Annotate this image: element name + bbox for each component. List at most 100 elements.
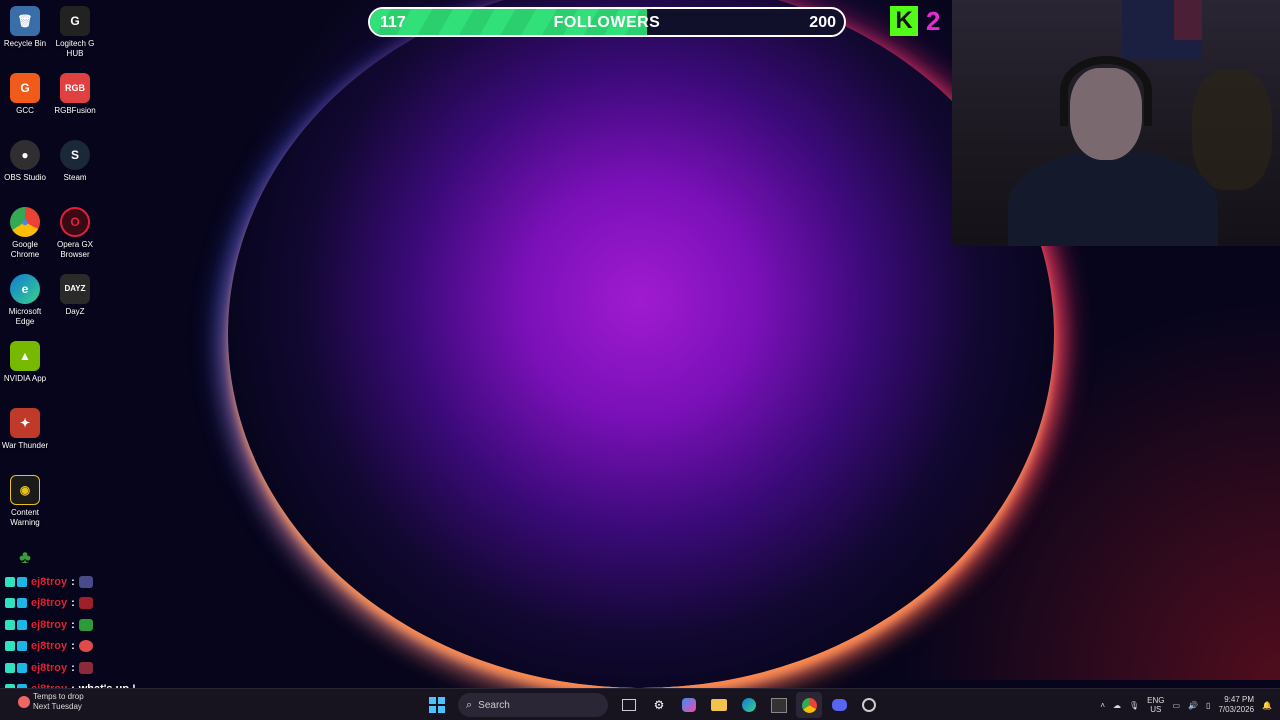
background-plant	[1192, 70, 1272, 190]
desktop-icon-obs[interactable]: ● OBS Studio	[0, 134, 50, 183]
volume-icon[interactable]: 🔊	[1188, 701, 1198, 710]
chat-badge-icon	[5, 641, 15, 652]
copilot-icon	[682, 698, 696, 712]
headset-icon	[1060, 56, 1152, 126]
start-button[interactable]	[424, 692, 450, 718]
desktop-icon-recycle-bin[interactable]: 🗑 Recycle Bin	[0, 0, 50, 49]
desktop-icon-nvidia[interactable]: ▲ NVIDIA App	[0, 335, 50, 384]
kick-count: 2	[926, 5, 941, 36]
desktop-icon-edge[interactable]: e Microsoft Edge	[0, 268, 50, 327]
chat-emote-icon	[78, 640, 93, 653]
desktop-icon-label: OBS Studio	[4, 173, 46, 182]
wallpaper-glow	[900, 300, 1280, 680]
war-thunder-icon: ✦	[10, 408, 40, 438]
weather-widget[interactable]: Temps to drop Next Tuesday	[18, 692, 84, 712]
chat-badge-icon	[5, 619, 15, 630]
chat-badge-icon	[5, 576, 15, 587]
nvidia-icon: ▲	[10, 341, 40, 371]
task-view-button[interactable]	[616, 692, 642, 718]
chat-separator: :	[71, 575, 75, 588]
gcc-icon: G	[10, 73, 40, 103]
desktop-icon-label: Content Warning	[10, 508, 40, 527]
desktop-icon-content-warning[interactable]: ◉ Content Warning	[0, 469, 50, 528]
onedrive-icon[interactable]: ☁	[1113, 701, 1121, 710]
microphone-icon[interactable]: 🎙	[1129, 701, 1139, 710]
desktop-icon-dayz[interactable]: DAYZ DayZ	[50, 268, 100, 317]
chat-emote-icon	[78, 661, 93, 674]
followers-label: FOLLOWERS	[553, 14, 661, 31]
lang-region: US	[1150, 705, 1162, 714]
followers-goal-bar: 117 FOLLOWERS 200	[368, 7, 846, 37]
steam-icon: S	[60, 140, 90, 170]
language-indicator[interactable]: ENG US	[1147, 696, 1164, 714]
battery-icon[interactable]: ▯	[1206, 701, 1210, 710]
person-shirt	[1008, 150, 1218, 246]
stream-chat: ej8troy : ej8troy : ej8troy : ej8troy : …	[5, 571, 185, 700]
taskbar-store[interactable]	[766, 692, 792, 718]
tree-icon: ♣	[19, 547, 31, 567]
chrome-icon: ●	[10, 207, 40, 237]
desktop-icon-chrome[interactable]: ● Google Chrome	[0, 201, 50, 260]
chat-separator: :	[71, 640, 75, 653]
logitech-icon: G	[60, 6, 90, 36]
clock[interactable]: 9:47 PM 7/03/2026	[1218, 695, 1254, 715]
taskbar-obs[interactable]	[856, 692, 882, 718]
background-flag	[1122, 0, 1202, 60]
desktop-icon-label: Opera GX Browser	[56, 240, 93, 259]
chat-badge-icon	[17, 576, 27, 587]
chat-badge-icon	[5, 662, 15, 673]
kick-viewer-count: K 2	[890, 6, 940, 36]
chat-message: ej8troy :	[5, 614, 185, 636]
lang-code: ENG	[1147, 696, 1165, 705]
taskbar-settings[interactable]: ⚙	[646, 692, 672, 718]
desktop-icon-gcc[interactable]: G GCC	[0, 67, 50, 116]
search-icon: ⌕	[466, 698, 473, 711]
edge-icon	[742, 698, 756, 712]
webcam-feed	[952, 0, 1280, 246]
folder-icon	[711, 699, 727, 711]
taskbar-edge[interactable]	[736, 692, 762, 718]
chat-badge-icon	[17, 662, 27, 673]
desktop-icon-logitech[interactable]: G Logitech G HUB	[50, 0, 100, 59]
chat-badge-icon	[17, 619, 27, 630]
chat-emote-icon	[78, 575, 93, 588]
desktop-icon-label: Steam	[63, 173, 87, 182]
chat-message: ej8troy :	[5, 593, 185, 615]
clock-date: 7/03/2026	[1218, 705, 1255, 714]
obs-icon	[862, 698, 876, 712]
windows-icon	[429, 697, 445, 713]
chat-separator: :	[71, 618, 75, 631]
desktop-icon-war-thunder[interactable]: ✦ War Thunder	[0, 402, 50, 451]
dayz-icon: DAYZ	[60, 274, 90, 304]
chat-badge-icon	[5, 598, 15, 609]
desktop-icon-tree[interactable]: ♣	[0, 536, 50, 575]
followers-goal: 200	[809, 14, 836, 31]
desktop-icon-label: NVIDIA App	[3, 374, 47, 383]
chat-message: ej8troy :	[5, 657, 185, 679]
network-icon[interactable]: ▭	[1173, 701, 1181, 710]
chevron-up-icon[interactable]: ˄	[1100, 701, 1105, 710]
chat-username: ej8troy	[31, 618, 68, 631]
desktop-icon-label: Logitech G HUB	[55, 39, 95, 58]
clock-time: 9:47 PM	[1224, 695, 1255, 704]
desktop-icon-steam[interactable]: S Steam	[50, 134, 100, 183]
content-warning-icon: ◉	[10, 475, 40, 505]
chat-emote-icon	[78, 597, 93, 610]
taskbar-chrome[interactable]	[796, 692, 822, 718]
taskbar-copilot[interactable]	[676, 692, 702, 718]
desktop-icon-label: Google Chrome	[10, 240, 40, 259]
notification-bell-icon[interactable]: 🔔	[1262, 701, 1272, 710]
chrome-icon	[801, 697, 817, 713]
chat-separator: :	[71, 661, 75, 674]
obs-icon: ●	[10, 140, 40, 170]
desktop-icon-rgbfusion[interactable]: RGB RGBFusion	[50, 67, 100, 116]
taskbar-apps: ⌕ Search ⚙	[424, 692, 882, 718]
taskbar-discord[interactable]	[826, 692, 852, 718]
taskbar-search[interactable]: ⌕ Search	[458, 693, 608, 717]
desktop-icon-opera-gx[interactable]: O Opera GX Browser	[50, 201, 100, 260]
taskbar-file-explorer[interactable]	[706, 692, 732, 718]
chat-message: ej8troy :	[5, 571, 185, 593]
system-tray: ˄ ☁ 🎙 ENG US ▭ 🔊 ▯ 9:47 PM 7/03/2026 🔔	[1100, 692, 1272, 718]
chat-separator: :	[71, 597, 75, 610]
desktop-icon-label: RGBFusion	[54, 106, 96, 115]
